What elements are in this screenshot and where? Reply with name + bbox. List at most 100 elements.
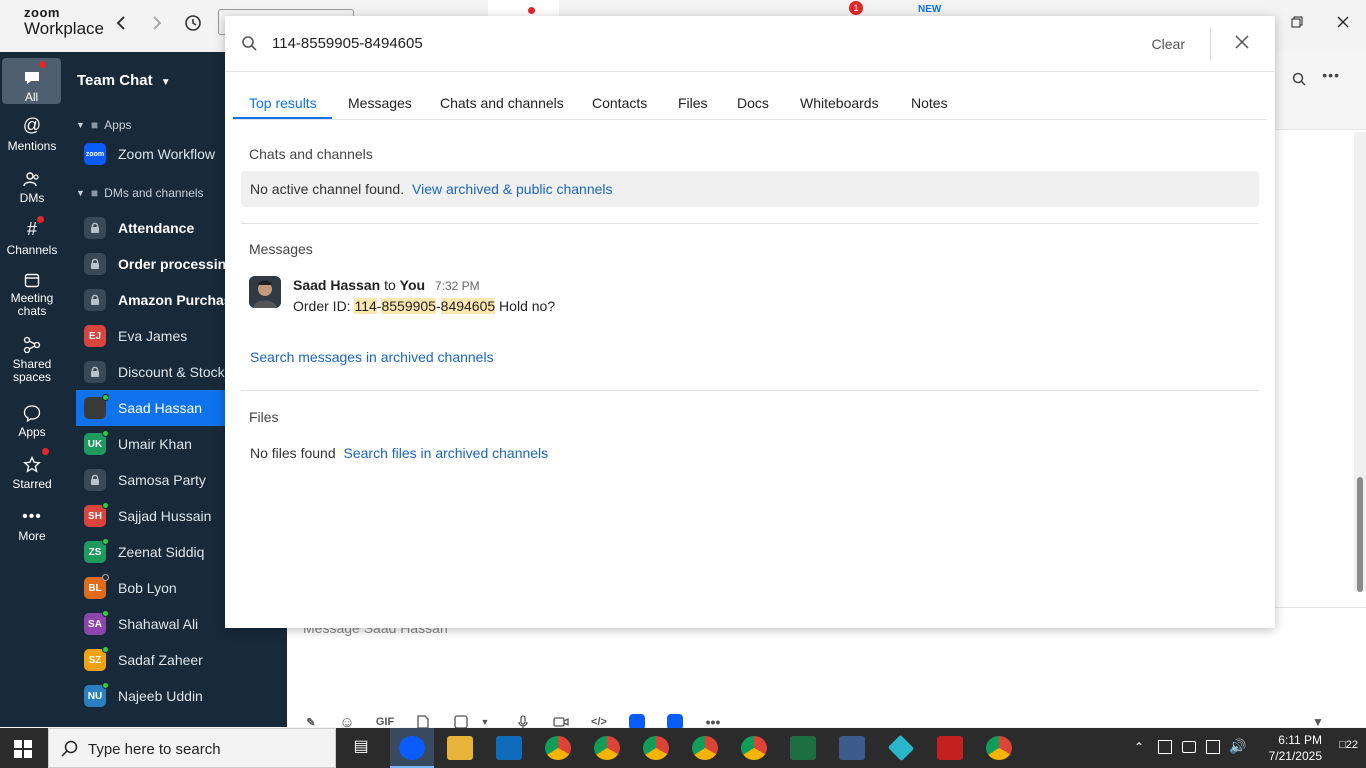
chrome-icon[interactable] <box>741 736 767 760</box>
message-dash: - <box>435 298 441 314</box>
zoom-app-icon[interactable] <box>399 736 425 760</box>
avatar-initials: SA <box>88 618 102 630</box>
search-archived-files-link[interactable]: Search files in archived channels <box>344 445 549 461</box>
restore-icon[interactable] <box>1277 8 1317 36</box>
avatar-initials: SZ <box>88 654 102 666</box>
sidebar-item-label: Attendance <box>118 220 195 236</box>
notification-badge: 1 <box>849 1 863 15</box>
rail-mentions[interactable]: @ Mentions <box>0 112 64 162</box>
tab-top-results[interactable]: Top results <box>249 95 317 111</box>
scroll-thumb[interactable] <box>1357 477 1363 592</box>
chrome-icon[interactable] <box>643 736 669 760</box>
tray-app-icon[interactable] <box>1158 740 1172 754</box>
offline-status-dot <box>102 574 109 581</box>
chrome-icon[interactable] <box>986 736 1012 760</box>
message-recipient: You <box>399 277 426 293</box>
chrome-icon[interactable] <box>545 736 571 760</box>
avatar <box>84 394 109 419</box>
tab-files[interactable]: Files <box>678 95 708 111</box>
tab-whiteboards[interactable]: Whiteboards <box>800 95 879 111</box>
notifications-icon[interactable]: □22 <box>1339 739 1358 751</box>
rail-dms[interactable]: DMs <box>0 164 64 214</box>
sidebar-item[interactable]: NU Najeeb Uddin <box>76 678 287 714</box>
highlight-match: 8494605 <box>440 298 496 314</box>
excel-icon[interactable] <box>790 736 816 760</box>
tray-chevron-icon[interactable]: ⌃ <box>1134 740 1144 754</box>
back-icon[interactable] <box>108 10 134 36</box>
avatar[interactable] <box>249 276 281 308</box>
clear-button[interactable]: Clear <box>1152 36 1185 52</box>
logo-line1: zoom <box>24 5 60 20</box>
rail-channels[interactable]: # Channels <box>0 216 64 266</box>
view-archived-channels-link[interactable]: View archived & public channels <box>412 181 613 197</box>
app-diamond-icon[interactable] <box>887 734 915 762</box>
chrome-icon[interactable] <box>594 736 620 760</box>
search-archived-messages-link[interactable]: Search messages in archived channels <box>250 349 494 365</box>
tab-messages[interactable]: Messages <box>348 95 412 111</box>
chat-scrollbar[interactable] <box>1354 132 1366 592</box>
section-dms-label: DMs and channels <box>104 186 204 200</box>
zoom-app-avatar: zoom <box>84 143 106 165</box>
tab-chats-and-channels[interactable]: Chats and channels <box>440 95 564 111</box>
avatar: ZS <box>84 538 109 563</box>
outlook-icon[interactable] <box>496 736 522 760</box>
close-icon[interactable] <box>1235 35 1249 52</box>
volume-icon[interactable]: 🔊 <box>1229 738 1246 755</box>
rail-label: All <box>24 90 39 104</box>
calculator-icon[interactable] <box>839 736 865 760</box>
search-input[interactable]: 114-8559905-8494605 <box>272 35 423 52</box>
highlight-match: 114 <box>354 298 377 314</box>
people-icon <box>23 164 41 188</box>
rail-apps[interactable]: Apps <box>0 398 64 448</box>
avatar-initials: NU <box>87 690 103 702</box>
chevron-down-icon: ▼ <box>76 188 85 198</box>
section-apps[interactable]: ▼ ■ Apps <box>76 118 132 132</box>
sidebar-item-label: Sadaf Zaheer <box>118 652 203 668</box>
sidebar-item-label: Umair Khan <box>118 436 192 452</box>
sidebar-item-label: Zeenat Siddiq <box>118 544 205 560</box>
messages-section-title: Messages <box>249 241 313 257</box>
taskbar-clock[interactable]: 6:11 PM 7/21/2025 <box>1269 732 1322 764</box>
online-status-dot <box>102 682 109 689</box>
search-icon[interactable] <box>1292 72 1306 89</box>
section-apps-label: Apps <box>104 118 132 132</box>
avatar: SZ <box>84 646 109 671</box>
star-icon <box>23 448 49 474</box>
tab-docs[interactable]: Docs <box>737 95 769 111</box>
sidebar-item[interactable]: SZ Sadaf Zaheer <box>76 642 287 678</box>
rail-meeting-chats[interactable]: Meeting chats <box>0 268 64 318</box>
tab-notes[interactable]: Notes <box>911 95 948 111</box>
avatar: BL <box>84 574 109 599</box>
lock-icon <box>84 253 106 275</box>
taskbar-search[interactable]: Type here to search <box>48 728 336 768</box>
network-icon[interactable] <box>1206 740 1220 754</box>
tab-contacts[interactable]: Contacts <box>592 95 647 111</box>
calendar-icon <box>24 268 40 288</box>
section-dms[interactable]: ▼ ■ DMs and channels <box>76 186 204 200</box>
avatar: SH <box>84 502 109 527</box>
rail-more[interactable]: ••• More <box>0 502 64 552</box>
battery-icon[interactable] <box>1182 741 1196 753</box>
rail-all[interactable]: All <box>2 58 61 104</box>
task-view-icon[interactable]: ▤ <box>348 736 374 760</box>
rail-starred[interactable]: Starred <box>0 448 64 500</box>
filezilla-icon[interactable] <box>937 736 963 760</box>
window-close-icon[interactable] <box>1323 8 1363 36</box>
windows-start-icon[interactable] <box>14 740 32 761</box>
chrome-icon[interactable] <box>692 736 718 760</box>
sidebar-item-label: Saad Hassan <box>118 400 203 416</box>
forward-icon[interactable] <box>144 10 170 36</box>
search-bar[interactable]: 114-8559905-8494605 Clear <box>225 16 1275 72</box>
active-top-tab[interactable] <box>488 0 559 16</box>
avatar-initials: EJ <box>88 330 102 342</box>
message-result[interactable]: Order ID: 114-8559905-8494605 Hold no? <box>293 298 555 314</box>
message-sender: Saad Hassan <box>293 277 381 293</box>
avatar: SA <box>84 610 109 635</box>
file-explorer-icon[interactable] <box>447 736 473 760</box>
history-icon[interactable] <box>180 10 206 36</box>
rail-label: Apps <box>18 425 46 439</box>
team-chat-title[interactable]: Team Chat ▼ <box>77 72 171 89</box>
rail-shared-spaces[interactable]: Shared spaces <box>0 334 64 384</box>
more-options-icon[interactable]: ••• <box>1322 67 1340 83</box>
message-header[interactable]: Saad Hassan to You 7:32 PM <box>293 277 480 293</box>
